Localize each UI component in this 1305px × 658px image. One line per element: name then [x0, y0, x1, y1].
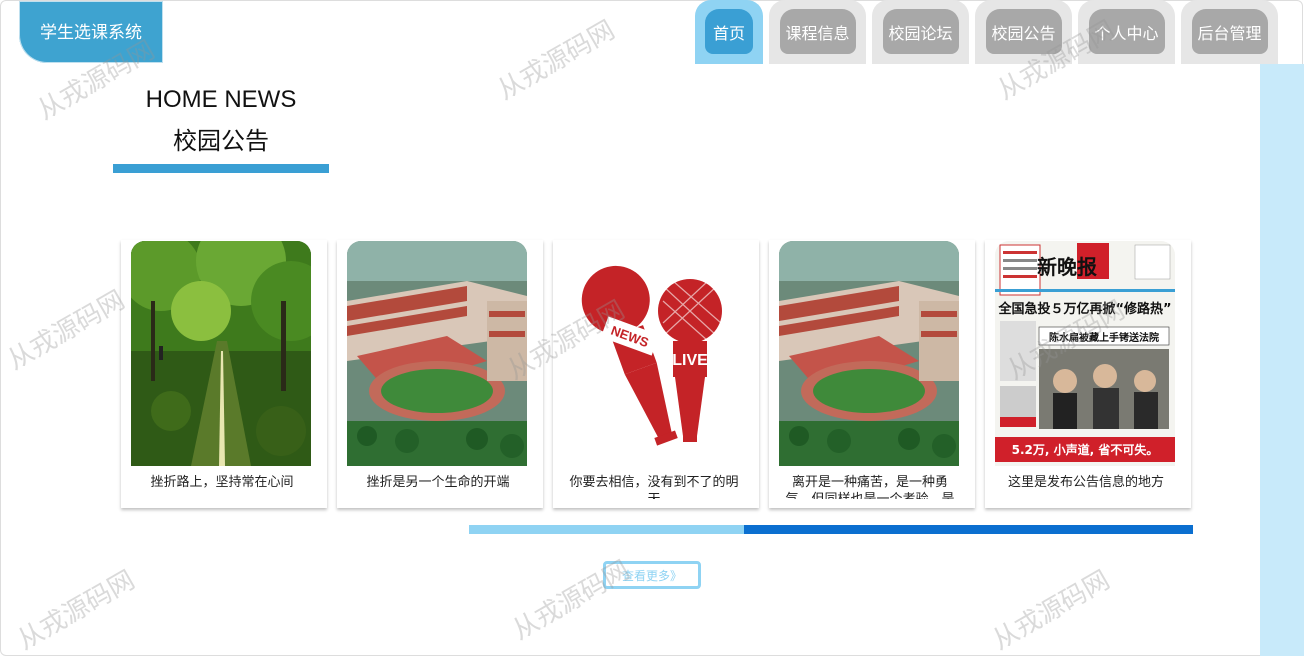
nav-tab-label: 后台管理: [1191, 9, 1268, 54]
newspaper-ad: 5.2万, 小声道, 省不可失。: [1012, 442, 1159, 457]
nav-tab-label: 校园公告: [985, 9, 1062, 54]
news-card-caption: 挫折是另一个生命的开端: [366, 475, 510, 490]
carousel-progress-bar[interactable]: [469, 525, 1193, 534]
newspaper-name: 新晚报: [1037, 255, 1097, 279]
campus-aerial-photo: [347, 241, 527, 466]
news-card[interactable]: 新晚报 全国急投５万亿再掀“修路热” 陈水扁被藏上手铐送法院 5.2万, 小声道…: [985, 240, 1191, 508]
right-side-bar: [1260, 64, 1304, 656]
section-title-underline: [113, 164, 329, 173]
nav-tab-profile[interactable]: 个人中心: [1078, 0, 1175, 64]
nav-tab-forum[interactable]: 校园论坛: [872, 0, 969, 64]
nav-tab-label: 个人中心: [1088, 9, 1165, 54]
news-card-caption: 挫折路上，坚持常在心间: [150, 475, 294, 490]
nav-tab-home[interactable]: 首页: [695, 0, 763, 64]
nav-tab-label: 校园论坛: [882, 9, 959, 54]
news-card[interactable]: 离开是一种痛苦，是一种勇气，但同样也是一个考验，是: [769, 240, 975, 508]
newspaper-headline: 全国急投５万亿再掀“修路热”: [997, 301, 1171, 317]
news-card[interactable]: NEWS LIVE 你要去相信，没有到不了的明天: [553, 240, 759, 508]
section-title-en: HOME NEWS: [145, 86, 297, 113]
news-card[interactable]: 挫折路上，坚持常在心间: [121, 240, 327, 508]
newspaper-front-page: 新晚报 全国急投５万亿再掀“修路热” 陈水扁被藏上手铐送法院 5.2万, 小声道…: [995, 241, 1175, 466]
news-card-caption: 你要去相信，没有到不了的明天: [569, 475, 739, 499]
nav-tab-label: 首页: [705, 9, 753, 54]
nav-tab-label: 课程信息: [779, 9, 856, 54]
news-card-caption: 离开是一种痛苦，是一种勇气，但同样也是一个考验，是: [785, 475, 954, 499]
news-card-caption: 这里是发布公告信息的地方: [1007, 475, 1164, 490]
campus-aerial-photo: [779, 241, 959, 466]
brand-logo[interactable]: 学生选课系统: [19, 1, 163, 63]
newspaper-subhead: 陈水扁被藏上手铐送法院: [1049, 331, 1159, 344]
nav-tab-admin[interactable]: 后台管理: [1181, 0, 1278, 64]
tree-lined-road-photo: [131, 241, 311, 466]
progress-fill: [469, 525, 745, 534]
news-card[interactable]: 挫折是另一个生命的开端: [337, 240, 543, 508]
nav-tab-courses[interactable]: 课程信息: [769, 0, 866, 64]
section-title-cn: 校园公告: [173, 127, 269, 155]
main-nav: 首页 课程信息 校园论坛 校园公告 个人中心 后台管理: [695, 0, 1284, 64]
news-live-microphones-icon: NEWS LIVE: [563, 241, 743, 466]
view-more-button[interactable]: 查看更多》: [603, 561, 701, 589]
svg-text:LIVE: LIVE: [672, 352, 708, 369]
nav-tab-announcements[interactable]: 校园公告: [975, 0, 1072, 64]
brand-title: 学生选课系统: [40, 22, 142, 43]
